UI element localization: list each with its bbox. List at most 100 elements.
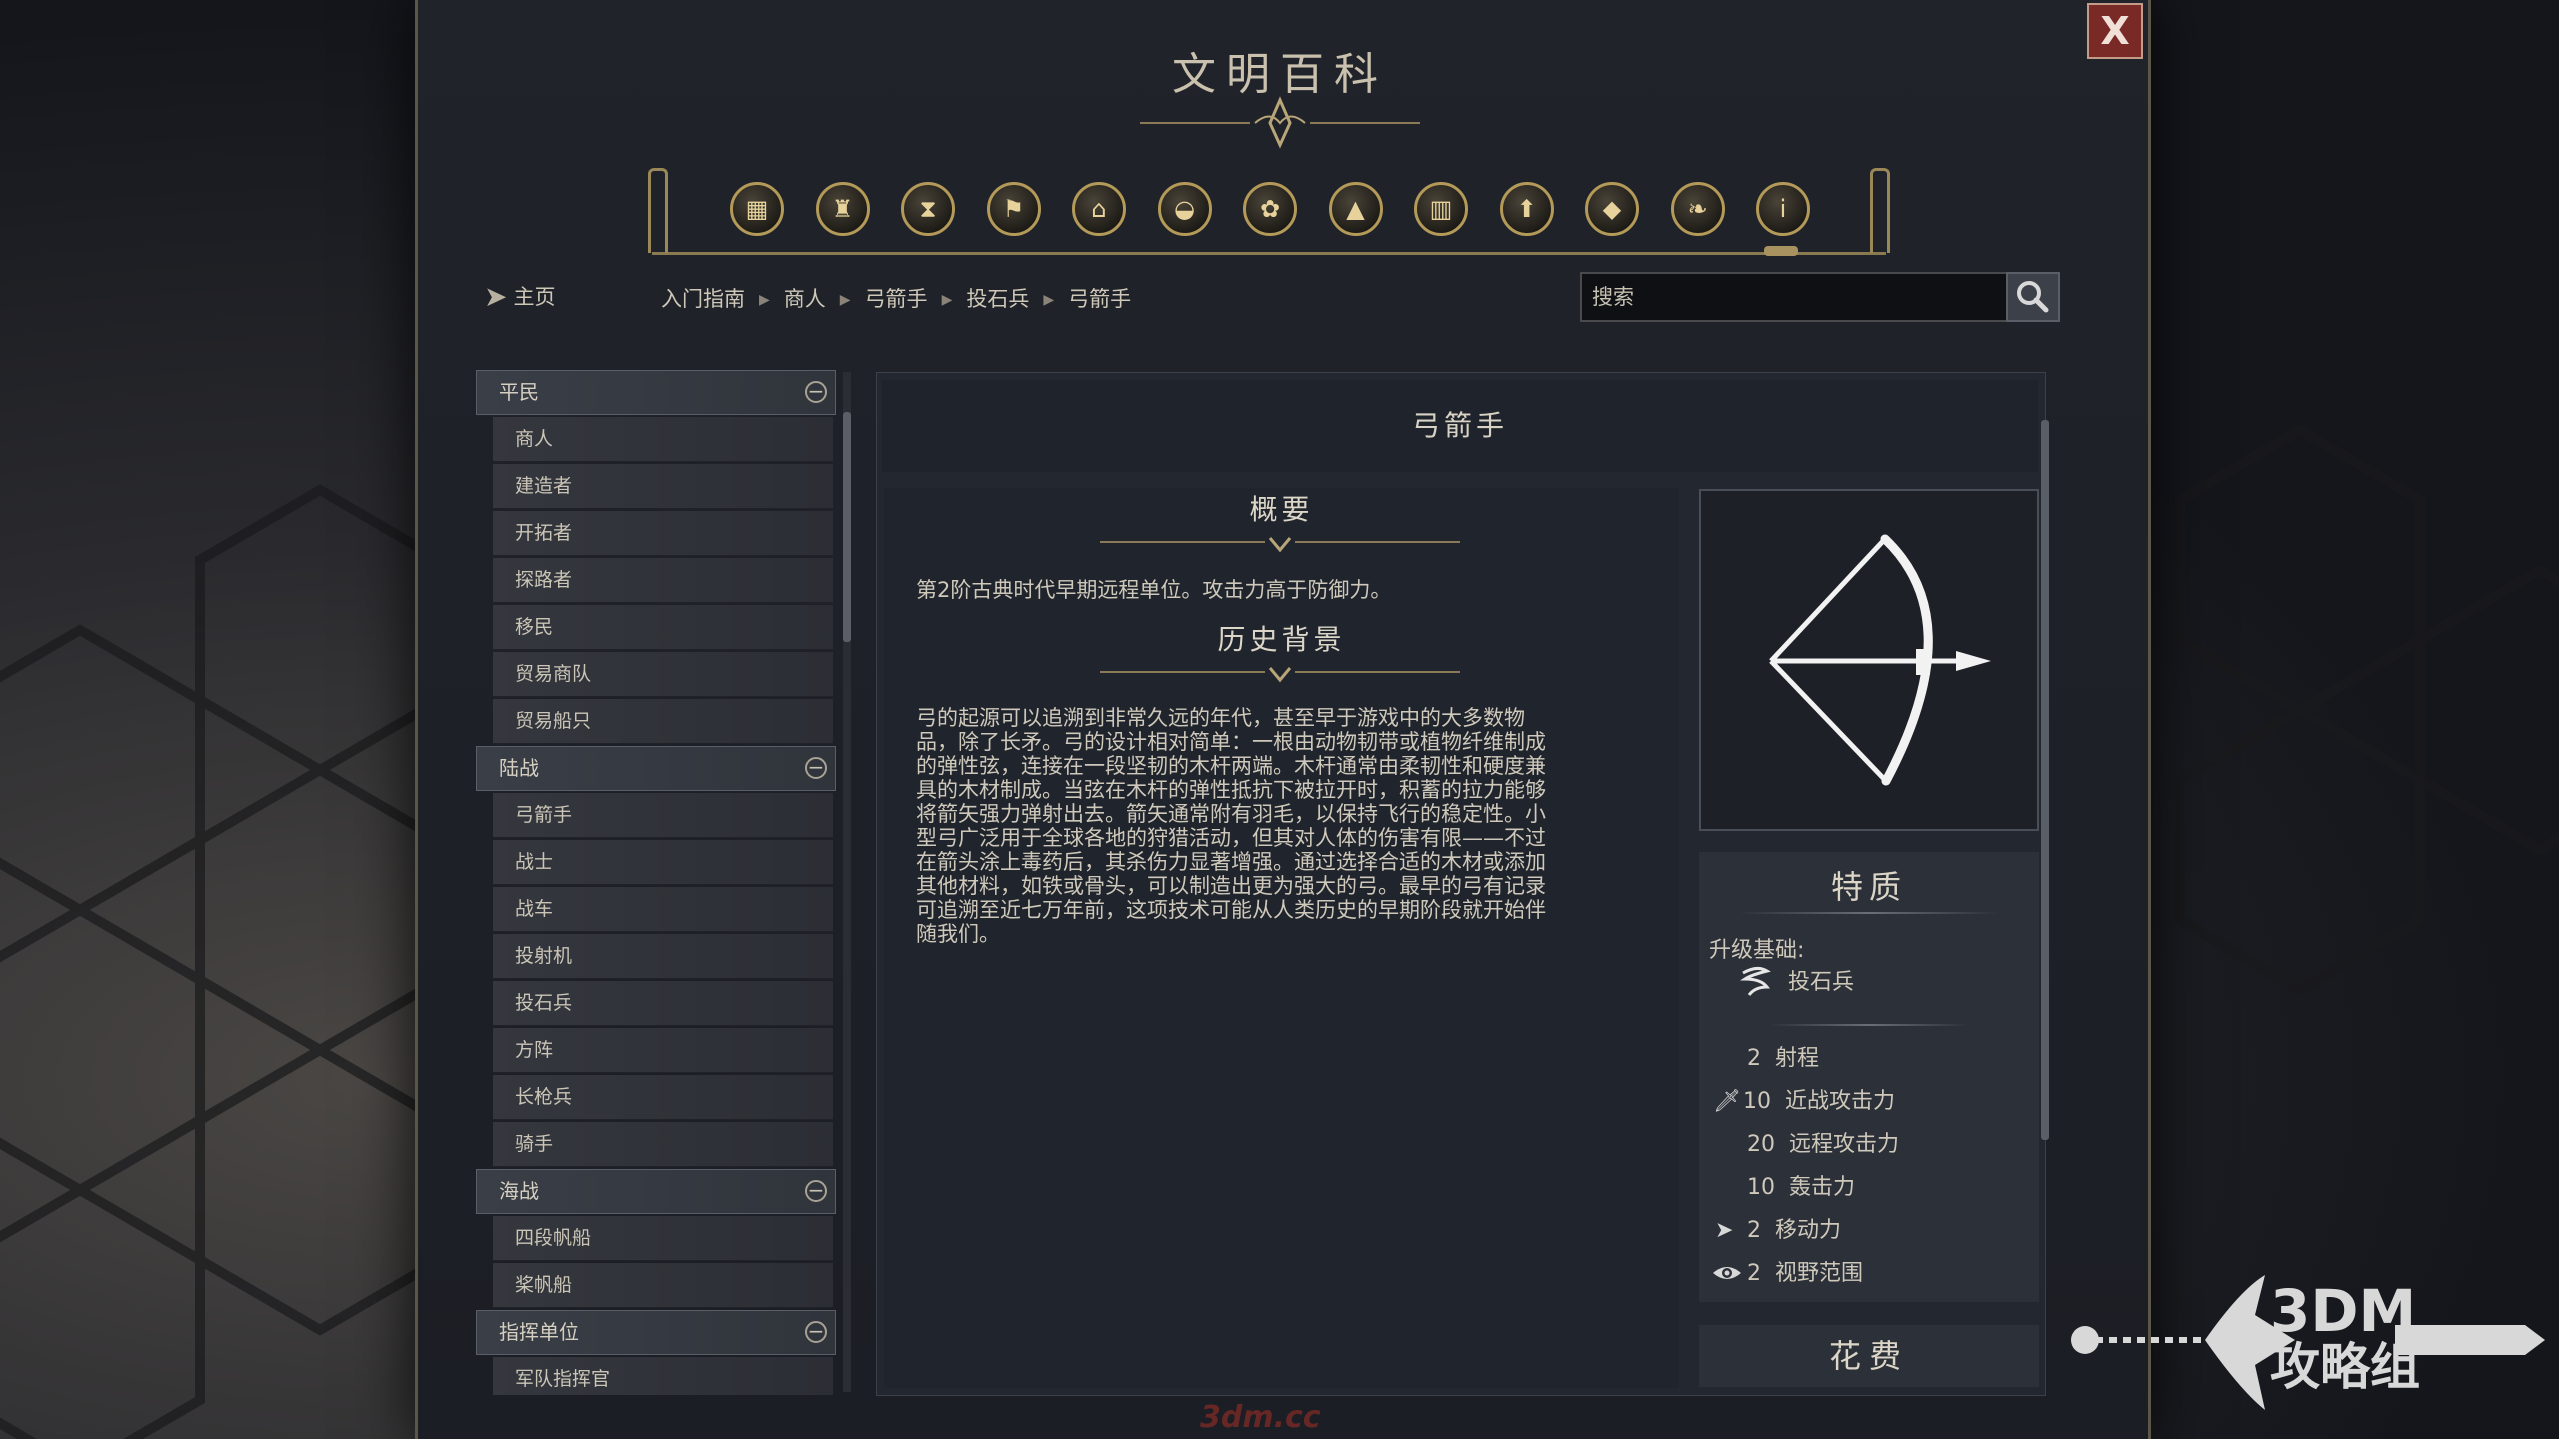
history-line: 将箭矢强力弹射出去。箭矢通常附有羽毛，以保持飞行的稳定性。小 [916,802,1546,826]
watermark-line1: 3DM [2270,1277,2417,1345]
breadcrumb-item[interactable]: 商人 [784,287,826,311]
breadcrumb: 入门指南 ▶ 商人 ▶ 弓箭手 ▶ 投石兵 ▶ 弓箭手 [661,283,1131,313]
window-title: 文明百科 [1172,49,1388,100]
flag-icon[interactable]: ⚑ [986,182,1041,236]
list-item[interactable]: 贸易商队 [493,652,833,697]
breadcrumb-item[interactable]: 弓箭手 [1068,287,1131,311]
group-header-commander[interactable]: 指挥单位 − [476,1310,836,1355]
stat-sight: 2 视野范围 [1711,1255,1863,1287]
group-header-land[interactable]: 陆战 − [476,746,836,791]
home-label: 主页 [513,285,556,309]
upgrade-from-link[interactable]: 投石兵 [1739,964,1854,997]
collapse-icon[interactable]: − [805,1321,827,1343]
building-icon[interactable]: ⌂ [1072,182,1126,236]
history-line: 随我们。 [916,922,1000,946]
history-line: 弓的起源可以追溯到非常久远的年代，甚至早于游戏中的大多数物 [916,706,1525,730]
breadcrumb-separator-icon: ▶ [839,292,851,308]
search-input[interactable] [1582,274,2014,320]
history-text: 弓的起源可以追溯到非常久远的年代，甚至早于游戏中的大多数物 品，除了长矛。弓的设… [916,706,1546,946]
units-icon[interactable]: ▦ [730,182,784,236]
list-item[interactable]: 建造者 [493,464,833,509]
sword-icon: 🗡 [1713,1089,1741,1114]
list-item[interactable]: 投射机 [493,934,833,979]
slinger-icon [1740,966,1771,996]
group-label: 指挥单位 [499,1320,579,1344]
resource-icon[interactable]: ◒ [1157,182,1212,236]
breadcrumb-separator-icon: ▶ [759,292,770,308]
breadcrumb-item[interactable]: 投石兵 [966,287,1029,311]
era-hourglass-icon[interactable]: ⧗ [901,182,955,236]
list-item[interactable]: 投石兵 [493,981,833,1026]
search-button[interactable] [2006,272,2060,322]
bow-icon [1769,534,1991,786]
info-icon[interactable]: i [1756,182,1810,236]
history-line: 可追溯至近七万年前，这项技术可能从人类历史的早期阶段就开始伴 [916,898,1546,922]
title-ornament-icon [1140,96,1420,149]
list-item[interactable]: 方阵 [493,1028,833,1073]
breadcrumb-item[interactable]: 入门指南 [661,287,745,311]
close-button[interactable]: X [2087,3,2143,59]
history-line: 品，除了长矛。弓的设计相对简单：一根由动物韧带或植物纤维制成 [916,730,1546,754]
stat-label: 远程攻击力 [1789,1132,1900,1157]
movement-icon: ➤ [1715,1218,1734,1243]
collapse-icon[interactable]: − [805,1180,827,1202]
list-item[interactable]: 军队指挥官 [493,1357,833,1395]
group-header-civilian[interactable]: 平民 − [476,370,836,415]
district-icon[interactable]: ▥ [1414,182,1468,236]
stat-ranged: 20 远程攻击力 [1747,1126,1899,1158]
traits-panel: 特质 升级基础: 投石兵 2 射程 🗡10 近战攻击力 20 远程攻击力 10 … [1699,852,2039,1302]
tech-icon[interactable]: ✿ [1243,182,1297,236]
upgrade-icon[interactable]: ⬆ [1499,182,1554,236]
list-item[interactable]: 长枪兵 [493,1075,833,1120]
stat-value: 2 [1747,1261,1761,1286]
unit-portrait [1699,489,2039,831]
sidebar-list: 平民 − 商人 建造者 开拓者 探路者 移民 贸易商队 贸易船只 陆战 − 弓箭手 … [476,370,836,1395]
history-heading: 历史背景 [1217,623,1346,656]
search-icon [2017,281,2049,313]
scrollbar-thumb[interactable] [2041,420,2049,1140]
article-scrollbar[interactable] [2039,380,2049,1380]
breadcrumb-separator-icon: ▶ [1043,292,1055,308]
list-item[interactable]: 开拓者 [493,511,833,556]
dove-icon[interactable]: ❧ [1670,182,1725,236]
overview-text: 第2阶古典时代早期远程单位。攻击力高于防御力。 [916,578,1392,602]
breadcrumb-separator-icon: ▶ [941,292,953,308]
article-title: 弓箭手 [882,380,2038,472]
stat-label: 视野范围 [1775,1261,1864,1286]
book-icon[interactable]: ◆ [1585,182,1639,236]
list-item[interactable]: 桨帆船 [493,1263,833,1308]
scrollbar-thumb[interactable] [843,412,851,642]
upgrade-from-label: 投石兵 [1788,970,1855,995]
watermark-text: 3DM 攻略组 [2270,1277,2420,1396]
traits-heading: 特质 [1830,868,1907,906]
terrain-icon[interactable]: ▲ [1328,182,1383,236]
stat-value: 10 [1747,1175,1775,1200]
stat-label: 射程 [1775,1046,1820,1071]
home-link[interactable]: ➤ 主页 [484,280,555,313]
watermark-line2: 攻略组 [2270,1338,2420,1396]
collapse-icon[interactable]: − [805,381,827,403]
list-item[interactable]: 商人 [493,417,833,462]
civics-icon[interactable]: ♜ [815,182,870,236]
history-line: 其他材料，如铁或骨头，可以制造出更为强大的弓。最早的弓有记录 [916,874,1546,898]
list-item[interactable]: 弓箭手 [493,793,833,838]
history-line: 的弹性弦，连接在一段坚韧的木杆两端。木杆通常由柔韧性和硬度兼 [916,754,1546,778]
list-item[interactable]: 骑手 [493,1122,833,1167]
history-line: 型弓广泛用于全球各地的狩猎活动，但其对人体的伤害有限——不过 [916,826,1546,850]
breadcrumb-item[interactable]: 弓箭手 [865,287,928,311]
stat-movement: ➤ 2 移动力 [1715,1212,1841,1244]
list-item[interactable]: 贸易船只 [493,699,833,744]
bar-end-right [1870,168,1890,253]
list-item[interactable]: 四段帆船 [493,1216,833,1261]
list-item[interactable]: 探路者 [493,558,833,603]
stat-value: 10 [1743,1089,1771,1114]
history-line: 在箭头涂上毒药后，其杀伤力显著增强。通过选择合适的木材或添加 [916,850,1546,874]
list-item[interactable]: 移民 [493,605,833,650]
group-header-naval[interactable]: 海战 − [476,1169,836,1214]
sidebar-scrollbar[interactable] [843,372,851,1392]
collapse-icon[interactable]: − [805,757,827,779]
list-item[interactable]: 战士 [493,840,833,885]
eye-icon [1713,1267,1741,1279]
list-item[interactable]: 战车 [493,887,833,932]
group-label: 平民 [499,380,539,404]
